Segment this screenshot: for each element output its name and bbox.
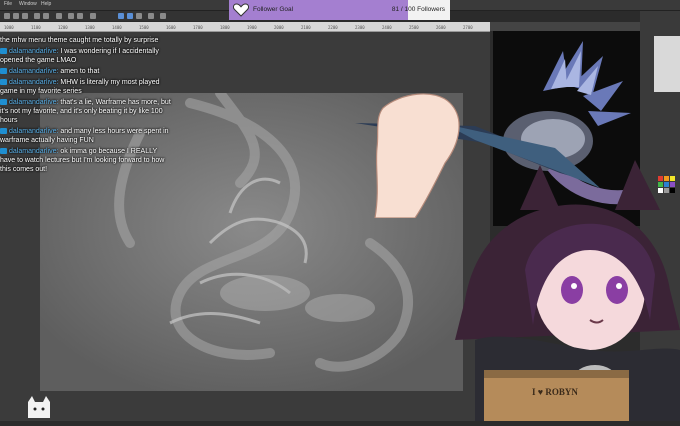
menu-help[interactable]: Help bbox=[41, 1, 51, 7]
chat-username: dalamandarlive: bbox=[9, 79, 61, 86]
chat-text: amen to that bbox=[60, 68, 100, 75]
ruler-tick: 2300 bbox=[355, 25, 365, 30]
pen-tool-icon[interactable] bbox=[118, 13, 124, 19]
clear-icon[interactable] bbox=[56, 13, 62, 19]
menu-window[interactable]: Window bbox=[19, 1, 37, 7]
ruler-tick: 2600 bbox=[436, 25, 446, 30]
chat-message: dalamandarlive: and many less hours were… bbox=[0, 127, 172, 145]
crop-icon[interactable] bbox=[77, 13, 83, 19]
reference-panel-header bbox=[490, 22, 640, 31]
save-icon[interactable] bbox=[22, 13, 28, 19]
chat-username: dalamandarlive: bbox=[9, 48, 61, 55]
ruler-tick: 1700 bbox=[193, 25, 203, 30]
ruler-tick: 2000 bbox=[274, 25, 284, 30]
ruler-tick: 2100 bbox=[301, 25, 311, 30]
cat-icon bbox=[28, 396, 50, 418]
chat-username: dalamandarlive: bbox=[9, 128, 61, 135]
toolbar bbox=[0, 11, 230, 21]
crown-badge-icon bbox=[0, 128, 7, 134]
eraser-tool-icon[interactable] bbox=[136, 13, 142, 19]
menu-file[interactable]: File bbox=[4, 1, 12, 7]
chat-username: dalamandarlive: bbox=[9, 148, 61, 155]
open-icon[interactable] bbox=[13, 13, 19, 19]
crown-badge-icon bbox=[0, 79, 7, 85]
follower-goal-label: Follower Goal bbox=[253, 6, 294, 13]
chat-text: the mhw menu theme bbox=[0, 37, 70, 44]
undo-icon[interactable] bbox=[34, 13, 40, 19]
brush-tool-icon[interactable] bbox=[127, 13, 133, 19]
navigator-thumbnail[interactable] bbox=[654, 36, 680, 92]
ruler-tick: 1300 bbox=[85, 25, 95, 30]
ruler-tick: 1200 bbox=[58, 25, 68, 30]
snap-icon[interactable] bbox=[160, 13, 166, 19]
new-icon[interactable] bbox=[4, 13, 10, 19]
redo-icon[interactable] bbox=[43, 13, 49, 19]
horizontal-ruler: 1000 1100 1200 1300 1400 1500 1600 1700 1800 1900… bbox=[0, 22, 490, 32]
robyn-sign: I ♥ ROBYN bbox=[484, 365, 629, 421]
follower-goal-count: 81 / 100 Followers bbox=[391, 6, 445, 13]
chat-text: caught me totally by surprise bbox=[69, 37, 159, 44]
crown-badge-icon bbox=[0, 99, 7, 105]
ruler-tick: 1000 bbox=[4, 25, 14, 30]
chat-message: dalamandarlive: I was wondering if I acc… bbox=[0, 47, 172, 65]
ruler-tick: 1100 bbox=[31, 25, 41, 30]
crown-badge-icon bbox=[0, 148, 7, 154]
ruler-tick: 1600 bbox=[166, 25, 176, 30]
ruler-tick: 1400 bbox=[112, 25, 122, 30]
crown-badge-icon bbox=[0, 48, 7, 54]
ruler-tick: 2500 bbox=[409, 25, 419, 30]
ruler-tick: 1800 bbox=[220, 25, 230, 30]
follower-goal-widget: Follower Goal 81 / 100 Followers bbox=[229, 0, 450, 20]
crown-badge-icon bbox=[0, 68, 7, 74]
chat-message: dalamandarlive: ok imma go because I REA… bbox=[0, 147, 172, 174]
chat-username: dalamandarlive: bbox=[9, 68, 61, 75]
chat-message: dalamandarlive: that's a lie, Warframe h… bbox=[0, 98, 172, 125]
heart-icon bbox=[233, 3, 249, 17]
transform-icon[interactable] bbox=[68, 13, 74, 19]
ruler-tick: 2700 bbox=[463, 25, 473, 30]
chat-message: dalamandarlive: amen to that bbox=[0, 67, 172, 76]
fill-icon[interactable] bbox=[90, 13, 96, 19]
ruler-tick: 1900 bbox=[247, 25, 257, 30]
chat-message: the mhw menu theme caught me totally by … bbox=[0, 36, 172, 45]
ruler-tick: 1500 bbox=[139, 25, 149, 30]
ruler-tick: 2400 bbox=[382, 25, 392, 30]
sign-text: I ♥ ROBYN bbox=[532, 387, 578, 397]
chat-overlay: the mhw menu theme caught me totally by … bbox=[0, 36, 172, 216]
ruler-tick: 2200 bbox=[328, 25, 338, 30]
color-icon[interactable] bbox=[148, 13, 154, 19]
chat-username: dalamandarlive: bbox=[9, 99, 61, 106]
chat-message: dalamandarlive: MHW is literally my most… bbox=[0, 78, 172, 96]
